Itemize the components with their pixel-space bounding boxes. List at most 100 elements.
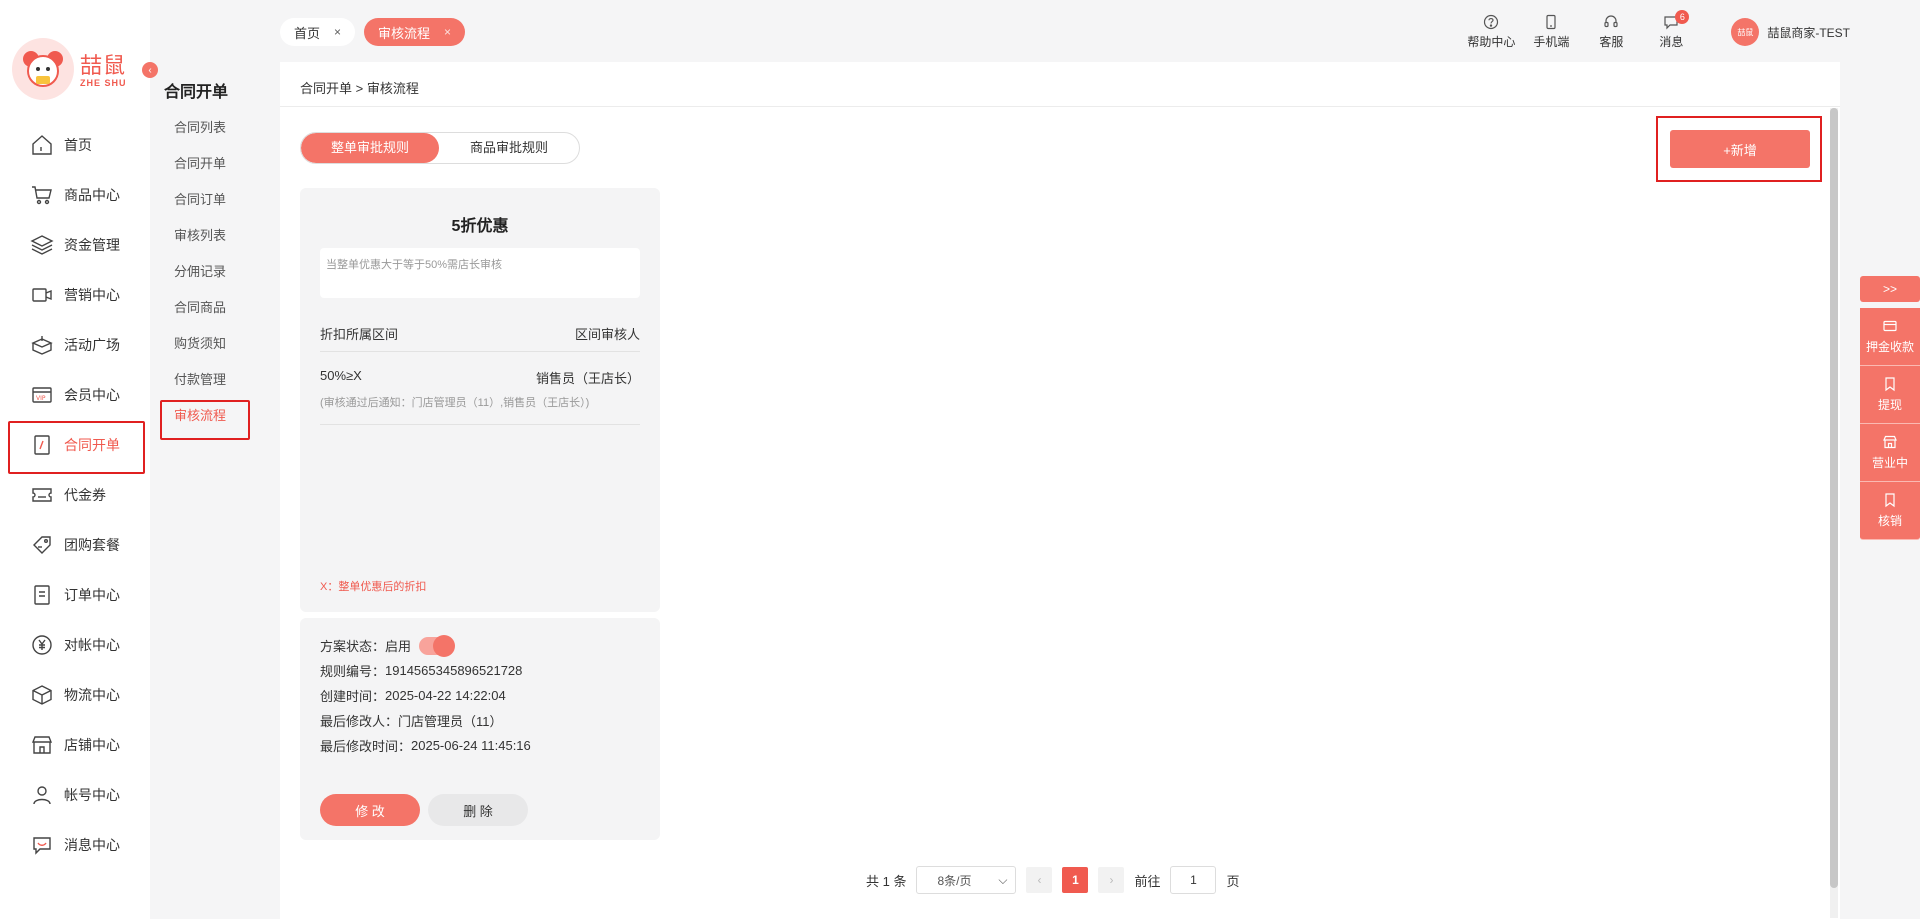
quick-panel-toggle[interactable]: >>: [1860, 276, 1920, 302]
submenu-item-contract-list[interactable]: 合同列表: [150, 110, 280, 146]
range-value: 50%≥X: [320, 368, 362, 383]
nav-label: 活动广场: [64, 337, 120, 353]
submenu-item-commission[interactable]: 分佣记录: [150, 254, 280, 290]
submenu-title: 合同开单: [164, 84, 229, 101]
quick-label: 营业中: [1871, 456, 1908, 470]
quick-panel: >> 押金收款 提现 营业中 核销: [1860, 276, 1920, 540]
notify-text: (审核通过后通知：门店管理员（11）,销售员（王店长）): [320, 394, 640, 425]
submenu-item-contract-goods[interactable]: 合同商品: [150, 290, 280, 326]
goto-page-input[interactable]: 1: [1170, 866, 1217, 894]
nav-item-voucher[interactable]: 代金券: [0, 470, 150, 520]
submenu-item-payment[interactable]: 付款管理: [150, 362, 280, 398]
submenu-item-purchase-notice[interactable]: 购货须知: [150, 326, 280, 362]
quick-verify-button[interactable]: 核销: [1860, 482, 1920, 540]
rule-description: 当整单优惠大于等于50%需店长审核: [320, 248, 640, 298]
page-size-value: 8条/页: [937, 873, 972, 888]
close-icon[interactable]: ×: [334, 25, 341, 39]
top-bar: 首页 × 审核流程 × 帮助中心 手机端 客服 6 消息 喆鼠 喆鼠商家-TES…: [280, 0, 1920, 62]
page-size-select[interactable]: 8条/页 ⌵: [916, 866, 1017, 894]
nav-item-logistics[interactable]: 物流中心: [0, 670, 150, 720]
nav-label: 代金券: [64, 487, 106, 503]
collapse-sidebar-button[interactable]: ‹: [142, 62, 158, 78]
sidebar: 喆鼠 ZHE SHU 首页 商品中心 资金管理 营销中心 活动广场 VIP 会员…: [0, 0, 150, 919]
quick-withdraw-button[interactable]: 提现: [1860, 366, 1920, 424]
nav-label: 商品中心: [64, 187, 120, 203]
chevron-right-icon: ›: [1109, 873, 1114, 887]
quick-label: 提现: [1877, 398, 1902, 412]
headset-icon: [1604, 15, 1618, 28]
sub-menu: 合同开单 合同列表 合同开单 合同订单 审核列表 分佣记录 合同商品 购货须知 …: [150, 0, 280, 919]
nav-item-funds[interactable]: 资金管理: [0, 220, 150, 270]
customer-service-button[interactable]: 客服: [1581, 12, 1641, 50]
chevron-left-icon: ‹: [148, 64, 152, 76]
page-number-button[interactable]: 1: [1062, 867, 1089, 893]
avatar: 喆鼠: [1731, 18, 1760, 46]
code-label: 规则编号：: [320, 664, 386, 679]
yen-icon: [32, 635, 52, 655]
brand-sub: ZHE SHU: [80, 78, 127, 88]
nav-label: 团购套餐: [64, 537, 120, 553]
status-toggle[interactable]: [419, 634, 456, 657]
rule-info-card: 方案状态： 启用 规则编号： 1914565345896521728 创建时间：…: [300, 618, 660, 840]
nav-item-contract[interactable]: 合同开单: [0, 420, 150, 474]
brand-logo[interactable]: 喆鼠 ZHE SHU: [12, 38, 132, 102]
main-content: 合同开单 > 审核流程 整单审批规则 商品审批规则 +新增 5折优惠 当整单优惠…: [280, 62, 1840, 919]
user-menu[interactable]: 喆鼠 喆鼠商家-TEST: [1731, 18, 1850, 46]
quick-deposit-button[interactable]: 押金收款: [1860, 308, 1920, 366]
nav-item-home[interactable]: 首页: [0, 120, 150, 170]
rule-card: 5折优惠 当整单优惠大于等于50%需店长审核 折扣所属区间 区间审核人 50%≥…: [300, 188, 660, 612]
modifier-line: 最后修改人： 门店管理员（11）: [320, 711, 503, 730]
scrollbar-thumb[interactable]: [1830, 108, 1838, 888]
nav-item-shop[interactable]: 店铺中心: [0, 720, 150, 770]
layers-icon: [30, 235, 54, 255]
bookmark-icon: [1885, 377, 1895, 392]
order-icon: [34, 585, 50, 605]
close-icon[interactable]: ×: [444, 25, 451, 39]
tab-label: 审核流程: [378, 25, 431, 41]
add-rule-button[interactable]: +新增: [1670, 130, 1810, 168]
mobile-icon: [1546, 14, 1556, 30]
nav-item-activity[interactable]: 活动广场: [0, 320, 150, 370]
top-action-label: 客服: [1599, 35, 1624, 49]
nav-item-goods[interactable]: 商品中心: [0, 170, 150, 220]
brand-name: 喆鼠: [80, 54, 127, 79]
col-reviewer: 区间审核人: [574, 327, 640, 342]
nav-label: 资金管理: [64, 237, 120, 253]
breadcrumb: 合同开单 > 审核流程: [300, 81, 419, 96]
rule-type-segment: 整单审批规则 商品审批规则: [300, 132, 580, 164]
help-icon: [1484, 14, 1499, 30]
next-page-button[interactable]: ›: [1098, 867, 1125, 893]
nav-item-reconcile[interactable]: 对帐中心: [0, 620, 150, 670]
tab-review-flow[interactable]: 审核流程 ×: [364, 18, 466, 46]
nav-item-member[interactable]: VIP 会员中心: [0, 370, 150, 420]
submenu-item-contract-create[interactable]: 合同开单: [150, 146, 280, 182]
package-icon: [32, 685, 52, 705]
help-center-button[interactable]: 帮助中心: [1461, 12, 1521, 50]
messages-button[interactable]: 6 消息: [1641, 10, 1701, 50]
edit-button[interactable]: 修 改: [320, 794, 420, 826]
created-value: 2025-04-22 14:22:04: [385, 688, 506, 703]
main-scrollbar[interactable]: [1830, 108, 1838, 918]
ticket-icon: [32, 488, 52, 502]
nav-item-account[interactable]: 帐号中心: [0, 770, 150, 820]
tab-home[interactable]: 首页 ×: [280, 18, 356, 46]
mobile-button[interactable]: 手机端: [1521, 12, 1581, 50]
quick-open-status-button[interactable]: 营业中: [1860, 424, 1920, 482]
segment-goods-rule[interactable]: 商品审批规则: [439, 133, 579, 163]
created-line: 创建时间： 2025-04-22 14:22:04: [320, 686, 506, 705]
submenu-item-contract-orders[interactable]: 合同订单: [150, 182, 280, 218]
nav-label: 营销中心: [64, 287, 120, 303]
nav-item-order[interactable]: 订单中心: [0, 570, 150, 620]
rule-table-header: 折扣所属区间 区间审核人: [320, 324, 640, 352]
delete-button[interactable]: 删 除: [428, 794, 528, 826]
tag-icon: [33, 536, 51, 554]
nav-item-marketing[interactable]: 营销中心: [0, 270, 150, 320]
modified-line: 最后修改时间： 2025-06-24 11:45:16: [320, 736, 531, 755]
prev-page-button[interactable]: ‹: [1026, 867, 1053, 893]
marketing-icon: [32, 288, 52, 302]
nav-item-groupbuy[interactable]: 团购套餐: [0, 520, 150, 570]
submenu-item-review-list[interactable]: 审核列表: [150, 218, 280, 254]
submenu-item-review-flow[interactable]: 审核流程: [150, 398, 280, 440]
nav-item-message[interactable]: 消息中心: [0, 820, 150, 870]
segment-order-rule[interactable]: 整单审批规则: [301, 133, 439, 163]
